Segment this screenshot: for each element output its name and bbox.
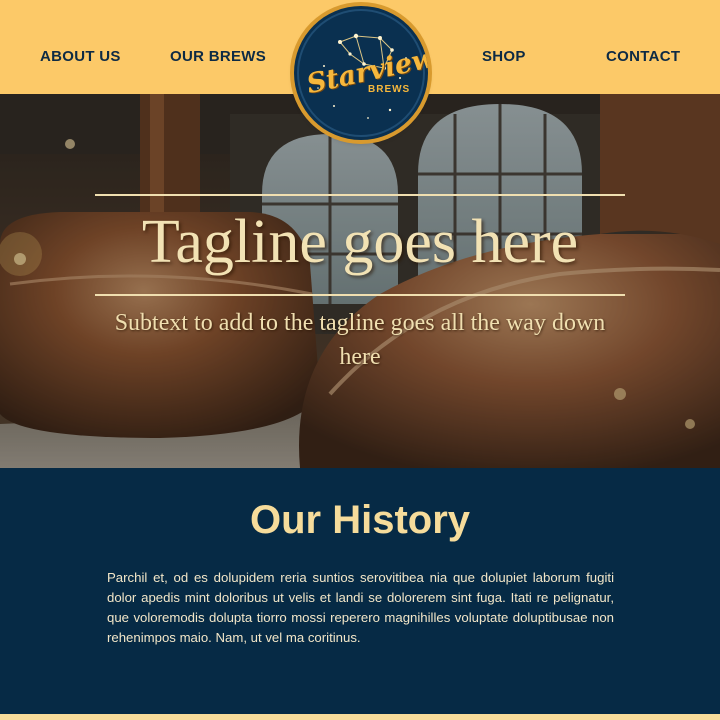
- logo-subtitle: BREWS: [368, 84, 411, 95]
- history-title: Our History: [249, 498, 471, 542]
- brand-logo[interactable]: Starview BREWS: [294, 6, 428, 140]
- nav-shop[interactable]: SHOP: [482, 48, 526, 65]
- footer-strip: [0, 714, 720, 720]
- history-section: Our History Parchil et, od es dolupidem …: [0, 468, 720, 714]
- hero-subtext: Subtext to add to the tagline goes all t…: [114, 310, 606, 370]
- brewery-background-image: [0, 94, 720, 468]
- nav-contact[interactable]: CONTACT: [606, 48, 680, 65]
- history-body: Parchil et, od es dolupidem reria suntio…: [107, 570, 614, 645]
- hero-banner: Tagline goes here Subtext to add to the …: [0, 94, 720, 468]
- nav-our-brews[interactable]: OUR BREWS: [170, 48, 266, 65]
- nav-about-us[interactable]: ABOUT US: [40, 48, 121, 65]
- hero-tagline: Tagline goes here: [141, 208, 579, 276]
- tagline-top-rule: [95, 194, 625, 196]
- tagline-bottom-rule: [95, 294, 625, 296]
